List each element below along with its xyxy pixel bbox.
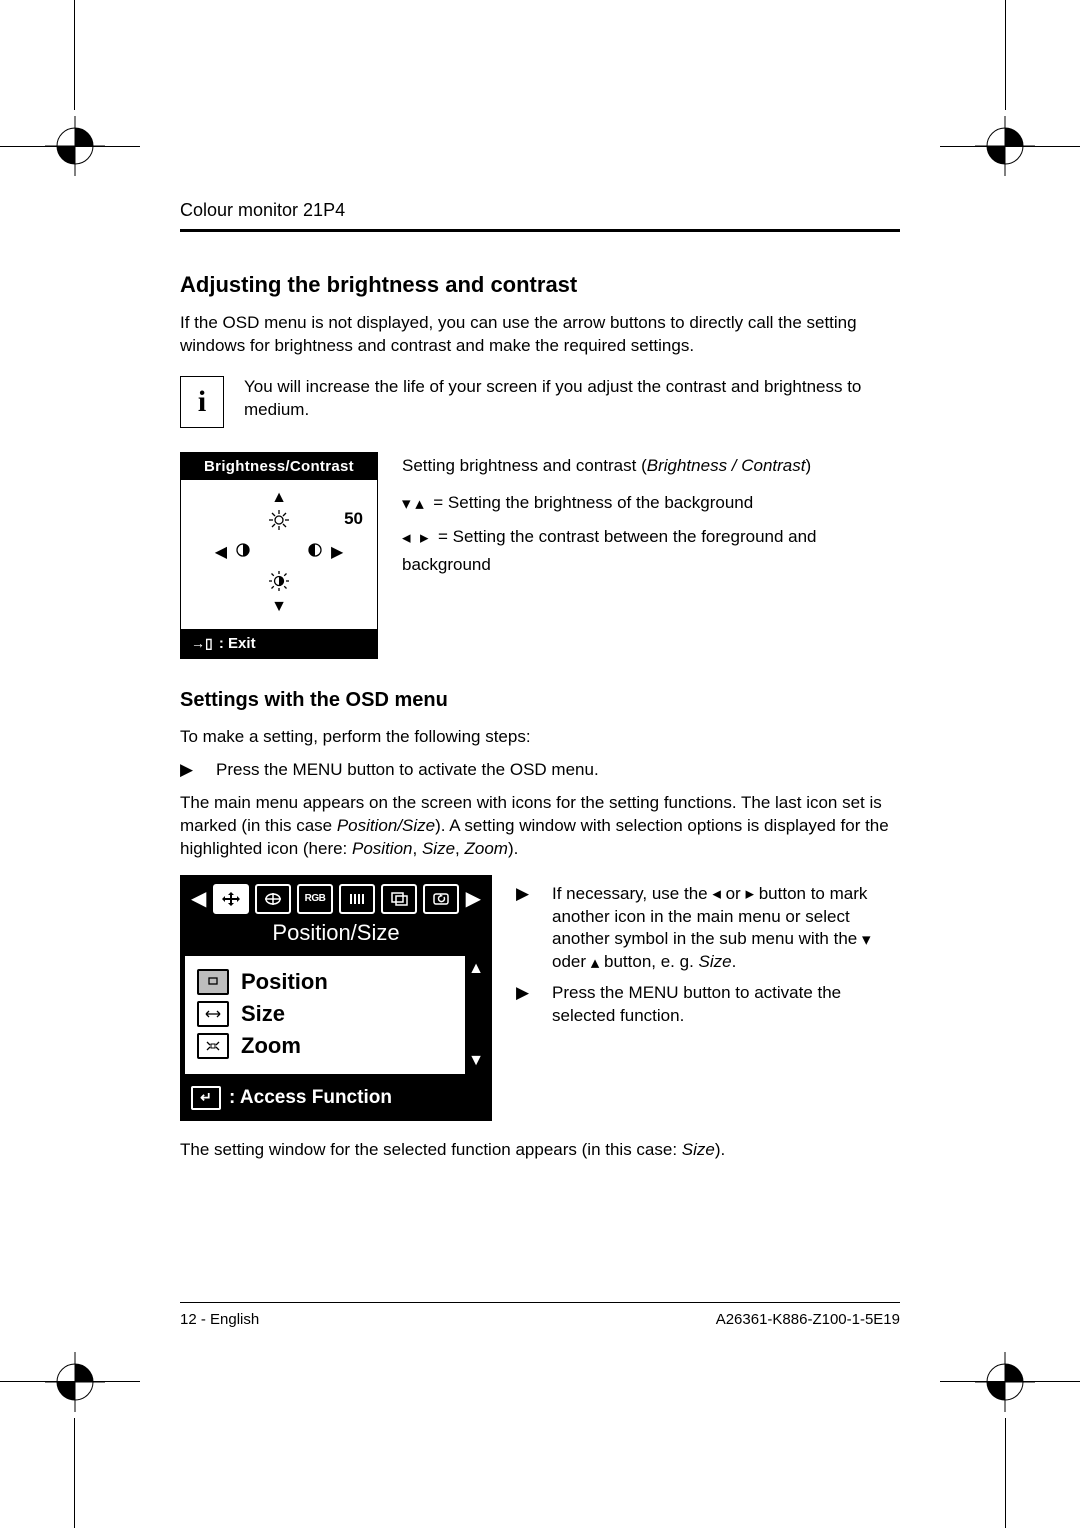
crop-line — [0, 146, 140, 147]
arrow-left-icon: ◀ — [215, 542, 227, 562]
arrow-left-small-icon: ◂ — [712, 883, 721, 906]
exit-icon: →▯ — [191, 635, 213, 651]
osd-menu-item-zoom: Zoom — [197, 1030, 453, 1062]
zoom-item-icon — [197, 1033, 229, 1059]
contrast-value: 60 — [334, 627, 353, 644]
crop-line — [74, 1418, 75, 1528]
brightness-icon — [267, 508, 291, 532]
crop-line — [1005, 0, 1006, 110]
play-bullet-icon: ▶ — [516, 982, 530, 1028]
play-bullet-icon: ▶ — [516, 883, 530, 975]
crop-line — [1005, 1418, 1006, 1528]
body-paragraph: The main menu appears on the screen with… — [180, 792, 900, 861]
osd-icon-position — [213, 884, 249, 914]
enter-icon: ↵ — [191, 1086, 221, 1110]
osd-icon-rgb: RGB — [297, 884, 333, 914]
arrow-up-small-icon: ▴ — [591, 952, 600, 975]
osd-menu-item-position: Position — [197, 966, 453, 998]
arrow-left-icon: ◀ — [189, 886, 208, 911]
crop-line — [940, 146, 1080, 147]
arrow-down-icon: ▼ — [191, 599, 367, 615]
exit-label: : Exit — [219, 635, 256, 652]
osd-icon-geometry — [255, 884, 291, 914]
contrast-half-icon — [235, 542, 251, 563]
osd-ps-title: Position/Size — [181, 918, 491, 956]
contrast-icon — [267, 569, 291, 593]
play-bullet-icon: ▶ — [180, 759, 194, 782]
info-note: You will increase the life of your scree… — [244, 376, 900, 422]
page-footer-right: A26361-K886-Z100-1-5E19 — [716, 1311, 900, 1328]
osd-icon-recall — [423, 884, 459, 914]
osd-position-size-panel: ◀ RGB ▶ Position/Size — [180, 875, 492, 1121]
arrow-up-small-icon: ▴ — [415, 490, 424, 517]
registration-mark-icon — [45, 1352, 105, 1412]
arrow-down-icon: ▼ — [468, 1052, 484, 1070]
contrast-half-icon — [307, 542, 323, 563]
arrow-right-icon: ▶ — [331, 542, 343, 562]
crop-line — [74, 0, 75, 110]
osd-footer: ↵ : Access Function — [181, 1078, 491, 1120]
osd-scrollbar: ▲ ▼ — [465, 956, 487, 1074]
crop-line — [0, 1381, 140, 1382]
osd-ps-caption: ▶ If necessary, use the ◂ or ▸ button to… — [516, 875, 900, 1037]
brightness-value: 50 — [344, 510, 363, 527]
info-icon: i — [180, 376, 224, 428]
arrow-right-small-icon: ▸ — [420, 524, 429, 551]
osd-icon-screen — [339, 884, 375, 914]
step-item: ▶ Press the MENU button to activate the … — [180, 759, 900, 782]
osd-bc-caption: Setting brightness and contrast (Brightn… — [402, 452, 900, 579]
section-heading: Adjusting the brightness and contrast — [180, 272, 900, 298]
arrow-up-icon: ▲ — [191, 490, 367, 506]
size-item-icon — [197, 1001, 229, 1027]
arrow-up-icon: ▲ — [468, 960, 484, 978]
crop-line — [940, 1381, 1080, 1382]
section-heading: Settings with the OSD menu — [180, 689, 900, 712]
intro-paragraph: To make a setting, perform the following… — [180, 726, 900, 749]
arrow-down-small-icon: ▾ — [862, 929, 871, 952]
arrow-left-small-icon: ◂ — [402, 524, 411, 551]
osd-brightness-contrast-panel: Brightness/Contrast ▲ 50 ◀ ▶ — [180, 452, 378, 659]
page-footer-left: 12 - English — [180, 1311, 259, 1328]
osd-icon-option — [381, 884, 417, 914]
arrow-down-small-icon: ▾ — [402, 490, 411, 517]
registration-mark-icon — [975, 1352, 1035, 1412]
arrow-right-small-icon: ▸ — [745, 883, 754, 906]
position-item-icon — [197, 969, 229, 995]
osd-bc-title: Brightness/Contrast — [181, 453, 377, 480]
arrow-right-icon: ▶ — [464, 886, 483, 911]
running-head: Colour monitor 21P4 — [180, 200, 900, 232]
body-paragraph: The setting window for the selected func… — [180, 1139, 900, 1162]
osd-menu-item-size: Size — [197, 998, 453, 1030]
intro-paragraph: If the OSD menu is not displayed, you ca… — [180, 312, 900, 358]
